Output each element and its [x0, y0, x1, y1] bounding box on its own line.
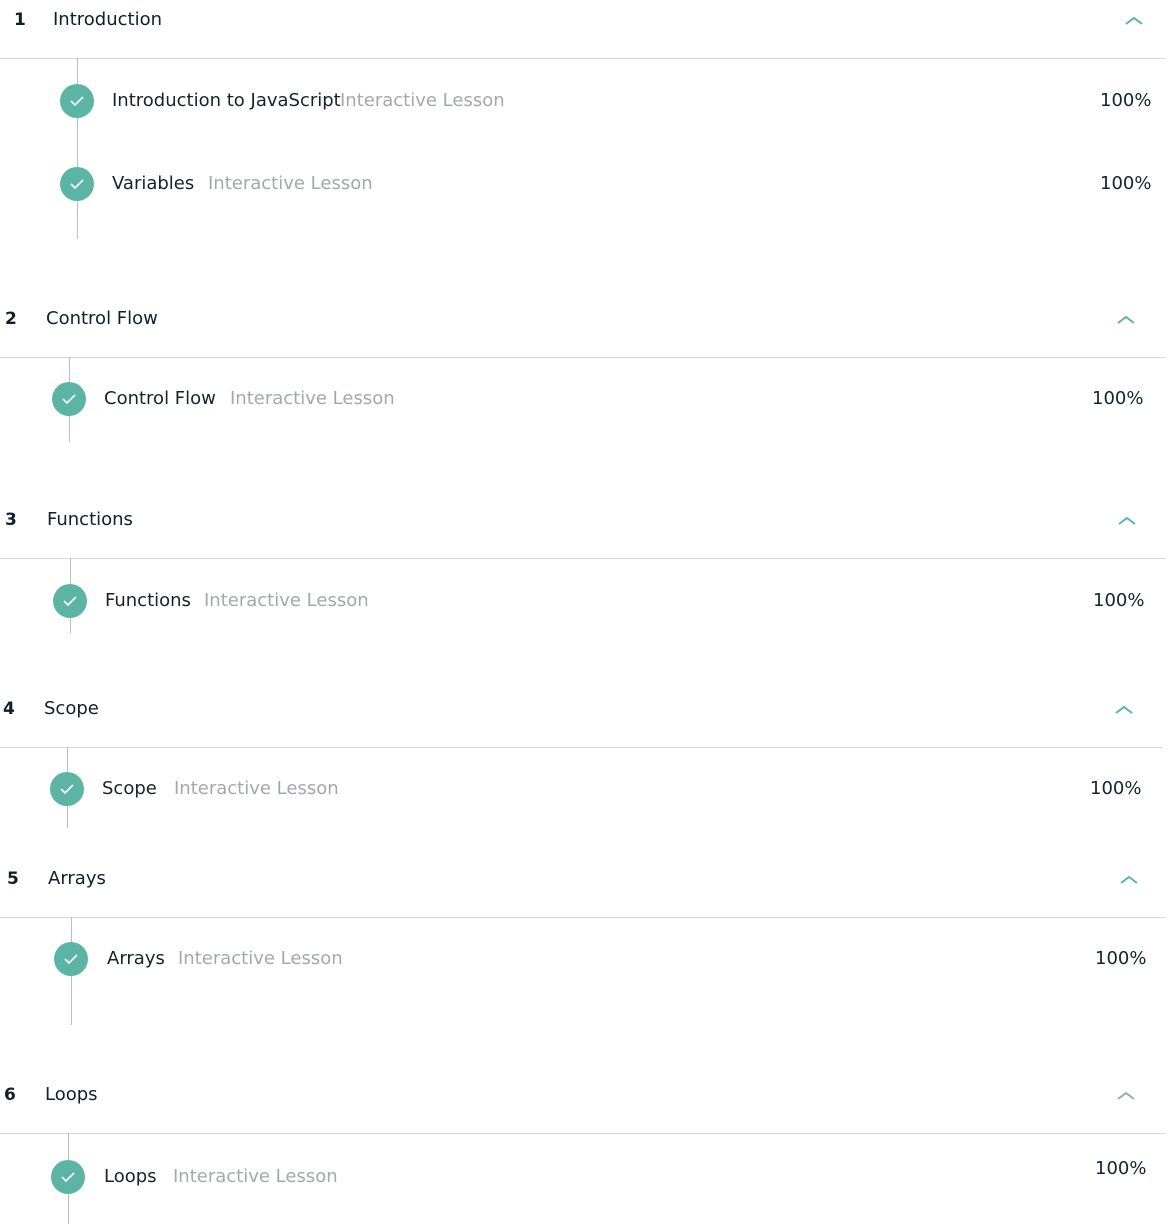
section-number: 3 [5, 510, 17, 530]
section-title: Scope [44, 698, 99, 719]
lesson-progress: 100% [1100, 173, 1152, 194]
lesson-item[interactable]: Scope Interactive Lesson 100% [0, 770, 1168, 810]
lesson-progress: 100% [1092, 388, 1144, 409]
section-title: Arrays [48, 868, 106, 889]
section-number: 1 [14, 10, 26, 30]
lesson-progress: 100% [1095, 948, 1147, 969]
lesson-item[interactable]: Introduction to JavaScript Interactive L… [0, 82, 1168, 122]
section-number: 2 [5, 309, 17, 329]
lesson-title[interactable]: Functions [105, 588, 191, 614]
section-title: Functions [47, 509, 133, 530]
lesson-progress: 100% [1090, 778, 1142, 799]
check-icon [51, 1160, 85, 1194]
lesson-title[interactable]: Arrays [107, 946, 165, 972]
section-header[interactable]: 3 Functions [0, 500, 1166, 559]
section-number: 6 [4, 1085, 16, 1105]
lesson-progress: 100% [1100, 90, 1152, 111]
lesson-type: Interactive Lesson [208, 173, 373, 194]
lesson-title[interactable]: Introduction to JavaScript [112, 88, 341, 114]
check-icon [50, 772, 84, 806]
lesson-type: Interactive Lesson [173, 1166, 338, 1187]
lesson-title[interactable]: Loops [104, 1164, 157, 1190]
lesson-title[interactable]: Variables [112, 171, 194, 197]
chevron-up-icon[interactable] [1115, 1085, 1137, 1107]
section-number: 4 [3, 699, 15, 719]
chevron-up-icon[interactable] [1115, 309, 1137, 331]
lesson-type: Interactive Lesson [230, 388, 395, 409]
lesson-item[interactable]: Variables Interactive Lesson 100% [0, 165, 1168, 205]
chevron-up-icon[interactable] [1116, 510, 1138, 532]
lesson-title[interactable]: Control Flow [104, 386, 216, 412]
section-header[interactable]: 2 Control Flow [0, 299, 1166, 358]
section-title: Loops [45, 1084, 98, 1105]
section-header[interactable]: 5 Arrays [0, 859, 1166, 918]
section-header[interactable]: 4 Scope [0, 689, 1162, 748]
chevron-up-icon[interactable] [1123, 10, 1145, 32]
check-icon [54, 942, 88, 976]
lesson-type: Interactive Lesson [178, 948, 343, 969]
lesson-item[interactable]: Arrays Interactive Lesson 100% [0, 940, 1168, 980]
section-title: Control Flow [46, 308, 158, 329]
lesson-progress: 100% [1093, 590, 1145, 611]
chevron-up-icon[interactable] [1113, 699, 1135, 721]
section-header[interactable]: 6 Loops [0, 1075, 1166, 1134]
check-icon [60, 167, 94, 201]
lesson-type: Interactive Lesson [204, 590, 369, 611]
check-icon [52, 382, 86, 416]
section-title: Introduction [53, 9, 163, 30]
check-icon [60, 84, 94, 118]
lesson-item[interactable]: Loops Interactive Lesson 100% [0, 1158, 1168, 1198]
lesson-progress: 100% [1095, 1158, 1147, 1179]
lesson-title[interactable]: Scope [102, 776, 157, 802]
check-icon [53, 584, 87, 618]
lesson-type: Interactive Lesson [340, 90, 505, 111]
section-header[interactable]: 1 Introduction [0, 0, 1166, 59]
lesson-item[interactable]: Functions Interactive Lesson 100% [0, 582, 1168, 622]
lesson-item[interactable]: Control Flow Interactive Lesson 100% [0, 380, 1168, 420]
chevron-up-icon[interactable] [1118, 869, 1140, 891]
section-number: 5 [7, 869, 19, 889]
lesson-type: Interactive Lesson [174, 778, 339, 799]
